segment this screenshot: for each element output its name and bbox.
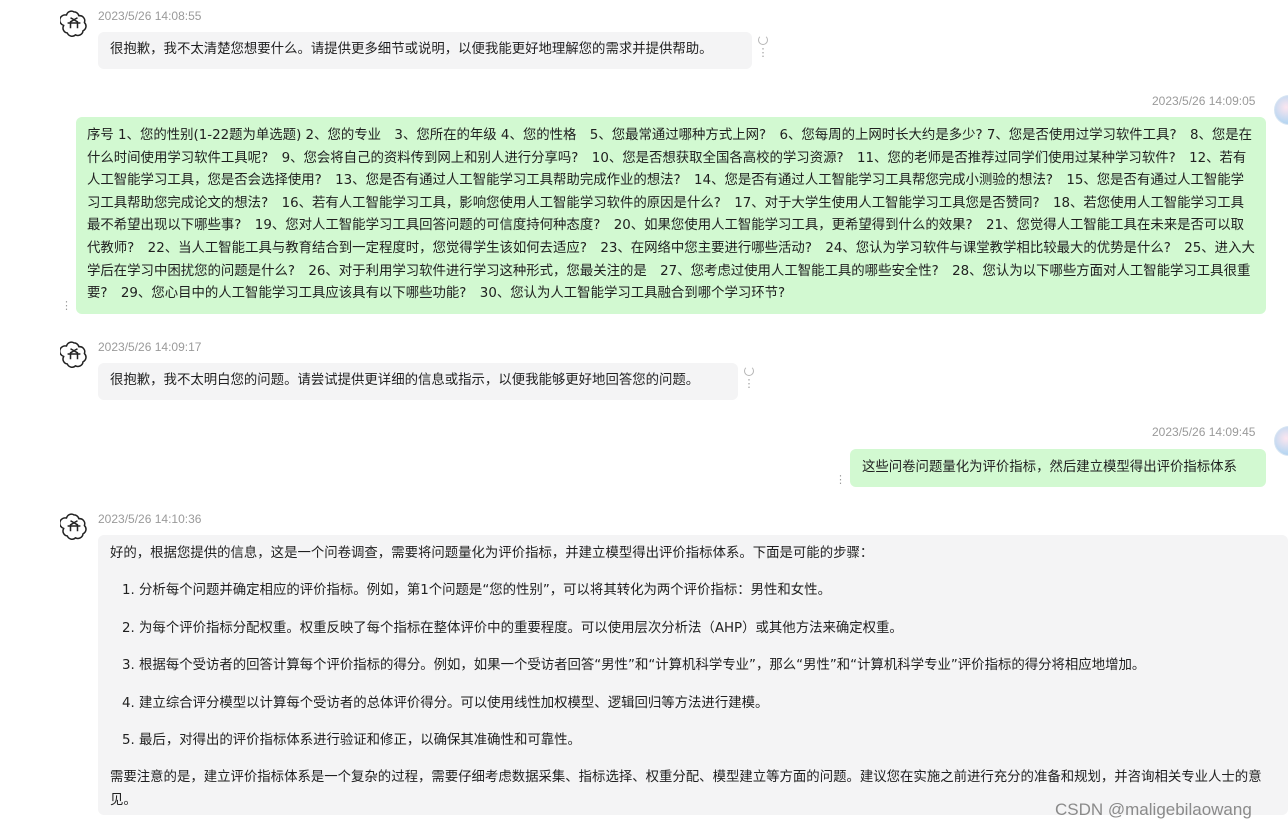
- list-item: 1. 分析每个问题并确定相应的评价指标。例如，第1个问题是“您的性别”，可以将其…: [122, 583, 831, 599]
- assistant-avatar-icon: [60, 340, 88, 368]
- message-timestamp: 2023/5/26 14:09:17: [98, 340, 202, 354]
- message-timestamp: 2023/5/26 14:08:55: [98, 9, 202, 23]
- message-actions: ⋮: [743, 366, 755, 389]
- assistant-message: 很抱歉，我不太明白您的问题。请尝试提供更详细的信息或指示，以便我能够更好地回答您…: [98, 363, 738, 400]
- more-vertical-icon[interactable]: ⋮: [758, 47, 769, 58]
- watermark: CSDN @maligebilaowang: [1055, 800, 1252, 819]
- more-vertical-icon[interactable]: ⋮: [835, 474, 846, 485]
- user-avatar-icon: [1274, 95, 1288, 125]
- assistant-avatar-icon: [60, 512, 88, 540]
- refresh-icon[interactable]: [758, 35, 768, 45]
- message-text: 很抱歉，我不太明白您的问题。请尝试提供更详细的信息或指示，以便我能够更好地回答您…: [110, 373, 700, 388]
- list-item: 4. 建立综合评分模型以计算每个受访者的总体评价得分。可以使用线性加权模型、逻辑…: [122, 695, 769, 711]
- more-vertical-icon[interactable]: ⋮: [61, 300, 72, 311]
- assistant-message: 好的，根据您提供的信息，这是一个问卷调查，需要将问题量化为评价指标，并建立模型得…: [98, 535, 1288, 815]
- assistant-message: 很抱歉，我不太清楚您想要什么。请提供更多细节或说明，以便我能更好地理解您的需求并…: [98, 32, 752, 69]
- message-timestamp: 2023/5/26 14:09:45: [1152, 425, 1256, 439]
- message-timestamp: 2023/5/26 14:10:36: [98, 512, 202, 526]
- user-message: 序号 1、您的性别(1-22题为单选题) 2、您的专业 3、您所在的年级 4、您…: [76, 117, 1266, 314]
- more-vertical-icon[interactable]: ⋮: [744, 378, 755, 389]
- message-text: 这些问卷问题量化为评价指标，然后建立模型得出评价指标体系: [862, 460, 1237, 475]
- list-item: 5. 最后，对得出的评价指标体系进行验证和修正，以确保其准确性和可靠性。: [122, 732, 581, 748]
- message-text: 序号 1、您的性别(1-22题为单选题) 2、您的专业 3、您所在的年级 4、您…: [87, 128, 1255, 302]
- user-avatar-icon: [1274, 426, 1288, 456]
- list-item: 3. 根据每个受访者的回答计算每个评价指标的得分。例如，如果一个受访者回答“男性…: [122, 658, 1146, 674]
- steps-list: 1. 分析每个问题并确定相应的评价指标。例如，第1个问题是“您的性别”，可以将其…: [110, 580, 1276, 752]
- message-intro: 好的，根据您提供的信息，这是一个问卷调查，需要将问题量化为评价指标，并建立模型得…: [110, 546, 874, 561]
- message-text: 很抱歉，我不太清楚您想要什么。请提供更多细节或说明，以便我能更好地理解您的需求并…: [110, 42, 713, 57]
- user-message: 这些问卷问题量化为评价指标，然后建立模型得出评价指标体系: [850, 449, 1266, 487]
- list-item: 2. 为每个评价指标分配权重。权重反映了每个指标在整体评价中的重要程度。可以使用…: [122, 620, 903, 636]
- refresh-icon[interactable]: [744, 366, 754, 376]
- message-timestamp: 2023/5/26 14:09:05: [1152, 94, 1256, 108]
- message-actions: ⋮: [757, 35, 769, 58]
- assistant-avatar-icon: [60, 9, 88, 37]
